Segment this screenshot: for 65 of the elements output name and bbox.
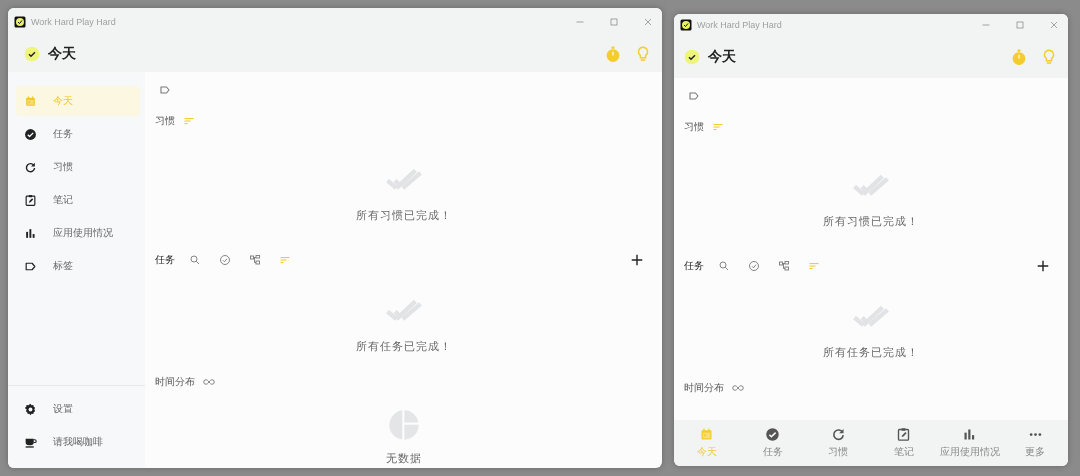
search-icon[interactable]	[189, 254, 201, 266]
page-title: 今天	[708, 48, 736, 66]
stopwatch-icon[interactable]	[1010, 48, 1028, 66]
check-badge-icon	[24, 46, 40, 62]
pie-chart-icon	[387, 409, 420, 441]
empty-message: 所有任务已完成！	[355, 339, 452, 354]
empty-message: 所有习惯已完成！	[823, 214, 919, 229]
sidebar-item[interactable]: 应用使用情况	[16, 218, 140, 248]
app-logo-icon	[14, 16, 26, 28]
empty-message: 所有任务已完成！	[823, 345, 919, 360]
bar-chart-icon	[962, 427, 977, 442]
clipboard-pen-icon	[896, 427, 912, 442]
section-label: 任务	[155, 253, 175, 267]
calendar-icon	[699, 427, 715, 442]
bar-chart-icon	[24, 226, 37, 240]
tag-icon[interactable]	[688, 90, 700, 102]
maximize-icon[interactable]	[1014, 19, 1026, 31]
nav-tab[interactable]: 习惯	[805, 420, 871, 466]
clipboard-pen-icon	[24, 193, 37, 207]
refresh-icon	[24, 160, 37, 174]
nav-tab[interactable]: 任务	[739, 420, 806, 466]
sidebar-item[interactable]: 请我喝咖啡	[16, 427, 140, 457]
sidebar-item[interactable]: 任务	[16, 119, 140, 149]
close-icon[interactable]	[642, 16, 654, 28]
calendar-icon	[24, 94, 37, 108]
infinity-icon[interactable]	[203, 376, 215, 388]
section-label: 时间分布	[155, 375, 195, 389]
hierarchy-icon[interactable]	[249, 254, 261, 266]
empty-message: 所有习惯已完成！	[355, 208, 452, 223]
check-badge-icon	[684, 49, 700, 65]
app-logo-icon	[680, 19, 692, 31]
maximize-icon[interactable]	[608, 16, 620, 28]
section-label: 任务	[684, 259, 704, 273]
window-title: Work Hard Play Hard	[697, 20, 782, 30]
sidebar-item[interactable]: 习惯	[16, 152, 140, 182]
search-icon[interactable]	[718, 260, 730, 272]
hierarchy-icon[interactable]	[778, 260, 790, 272]
check-circle-icon[interactable]	[748, 260, 760, 272]
nav-tab[interactable]: 更多	[1002, 420, 1068, 466]
nav-tab[interactable]: 笔记	[871, 420, 937, 466]
check-circle-icon[interactable]	[219, 254, 231, 266]
plus-icon[interactable]	[1036, 259, 1050, 273]
section-label: 习惯	[684, 120, 704, 134]
settings-icon	[24, 402, 37, 416]
check-circle-icon	[24, 127, 37, 141]
sort-icon[interactable]	[808, 260, 820, 272]
section-label: 习惯	[155, 114, 175, 128]
sidebar-item[interactable]: 设置	[16, 394, 140, 424]
sort-icon[interactable]	[279, 254, 291, 266]
infinity-icon[interactable]	[732, 382, 744, 394]
empty-message: 无数据	[385, 451, 422, 466]
refresh-icon	[830, 427, 846, 442]
sort-icon[interactable]	[712, 121, 724, 133]
check-circle-icon	[765, 427, 780, 442]
close-icon[interactable]	[1048, 19, 1060, 31]
sidebar-item[interactable]: 标签	[16, 251, 140, 281]
page-title: 今天	[48, 45, 76, 63]
section-label: 时间分布	[684, 381, 724, 395]
window-title: Work Hard Play Hard	[31, 17, 116, 27]
sort-icon[interactable]	[183, 115, 195, 127]
stopwatch-icon[interactable]	[604, 45, 622, 63]
nav-tab[interactable]: 应用使用情况	[936, 420, 1003, 466]
sidebar-item[interactable]: 笔记	[16, 185, 140, 215]
plus-icon[interactable]	[630, 253, 644, 267]
tag-icon[interactable]	[159, 84, 171, 96]
